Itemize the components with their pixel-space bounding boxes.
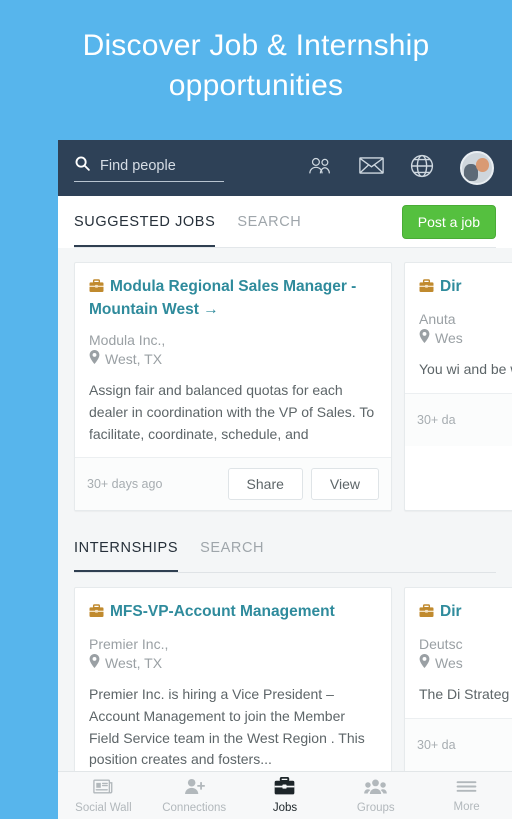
location-pin-icon [89,350,100,367]
jobs-tabrow: SUGGESTED JOBS SEARCH Post a job [58,196,512,248]
view-button[interactable]: View [310,468,379,501]
nav-label-jobs: Jobs [272,802,298,814]
people-group-icon [364,778,388,800]
internship-title[interactable]: MFS-VP-Account Management [89,602,377,625]
location-pin-icon [419,654,430,671]
nav-label-connections: Connections [162,801,227,814]
jobs-tabs: SUGGESTED JOBS SEARCH [74,196,301,248]
job-description: Assign fair and balanced quotas for each… [89,382,375,442]
internship-company: Premier Inc., [89,636,169,653]
job-location-row: Wes [419,329,512,346]
job-card-body: Dir Anuta Wes You wi and be what t profe… [405,263,512,393]
job-card-footer: 30+ days ago Share View [75,457,391,511]
internship-card-body: Dir Deutsc Wes The Di Strateg RCM's, cur… [405,588,512,718]
internship-card-footer: 30+ da Share View [405,718,512,772]
location-pin-icon [419,329,430,346]
hamburger-icon [456,779,477,799]
app-header: Find people [58,140,512,196]
tab-suggested-jobs[interactable]: SUGGESTED JOBS [74,196,216,248]
briefcase-icon [89,604,104,625]
internship-posted-time: 30+ da [417,738,456,753]
nav-label-more: More [453,800,480,813]
job-posted-time: 30+ da [417,412,456,427]
header-icons [307,151,494,185]
job-title-text: Dir [440,278,462,295]
internship-title-text: MFS-VP-Account Management [110,603,335,621]
job-card-body: Modula Regional Sales Manager - Mountain… [75,263,391,457]
tab-internships[interactable]: INTERNSHIPS [74,523,179,574]
nav-label-groups: Groups [356,801,395,814]
bottom-navigation: Social Wall Connections Jobs Groups More [58,771,512,819]
job-company: Anuta [419,310,456,327]
internships-tabs: INTERNSHIPS SEARCH [74,523,264,574]
nav-item-jobs[interactable]: Jobs [240,776,331,814]
briefcase-icon [419,604,434,625]
page-root: Discover Job & Internship opportunities … [0,0,512,819]
page-headline: Discover Job & Internship opportunities [82,29,430,102]
briefcase-icon [274,776,295,800]
search-input[interactable]: Find people [74,155,224,182]
nav-item-social-wall[interactable]: Social Wall [58,778,149,814]
internship-description: The Di Strateg RCM's, curren [419,686,512,703]
internship-location-row: West, TX [89,654,377,671]
globe-icon[interactable] [410,154,434,183]
job-card-footer: 30+ da Share View [405,392,512,446]
tab-internships-search[interactable]: SEARCH [200,523,264,573]
job-title-arrow: → [203,300,219,318]
job-card[interactable]: Dir Anuta Wes You wi and be what t profe… [404,262,512,512]
avatar[interactable] [460,151,494,185]
briefcase-icon [89,279,104,300]
internship-location: West, TX [105,654,163,671]
briefcase-icon [419,279,434,300]
person-add-icon [184,778,205,800]
internship-title[interactable]: Dir [419,602,512,625]
job-description: You wi and be what t profes [419,361,512,378]
location-pin-icon [89,654,100,671]
search-icon [74,155,91,177]
envelope-icon[interactable] [359,156,384,180]
internship-description: Premier Inc. is hiring a Vice President … [89,686,365,768]
internship-company: Deutsc [419,636,463,653]
people-icon[interactable] [307,156,333,181]
job-location: West, TX [105,350,163,367]
job-location-row: West, TX [89,350,377,367]
tab-jobs-search[interactable]: SEARCH [237,196,301,248]
job-company: Modula Inc., [89,331,166,348]
job-title[interactable]: Modula Regional Sales Manager - Mountain… [89,277,377,321]
internships-tabrow: INTERNSHIPS SEARCH [58,523,512,574]
share-button[interactable]: Share [227,468,303,501]
job-title[interactable]: Dir [419,277,512,300]
job-location: Wes [435,329,463,346]
internship-title-text: Dir [440,603,462,621]
newspaper-icon [93,778,113,800]
nav-item-connections[interactable]: Connections [149,778,240,814]
phone-viewport: Find people SUGGESTED JOBS SEARCH Post a… [58,140,512,819]
search-placeholder: Find people [100,157,176,174]
job-title-text: Modula Regional Sales Manager - Mountain… [89,278,357,318]
job-card[interactable]: Modula Regional Sales Manager - Mountain… [74,262,392,512]
nav-item-more[interactable]: More [421,779,512,813]
nav-label-social-wall: Social Wall [75,801,132,814]
post-a-job-button[interactable]: Post a job [401,205,496,239]
jobs-card-strip[interactable]: Modula Regional Sales Manager - Mountain… [58,248,512,512]
nav-item-groups[interactable]: Groups [330,778,421,814]
internship-card-body: MFS-VP-Account Management Premier Inc., … [75,588,391,783]
internship-location-row: Wes [419,654,512,671]
job-posted-time: 30+ days ago [87,477,163,492]
search-area: Find people [74,155,307,182]
internship-location: Wes [435,654,463,671]
